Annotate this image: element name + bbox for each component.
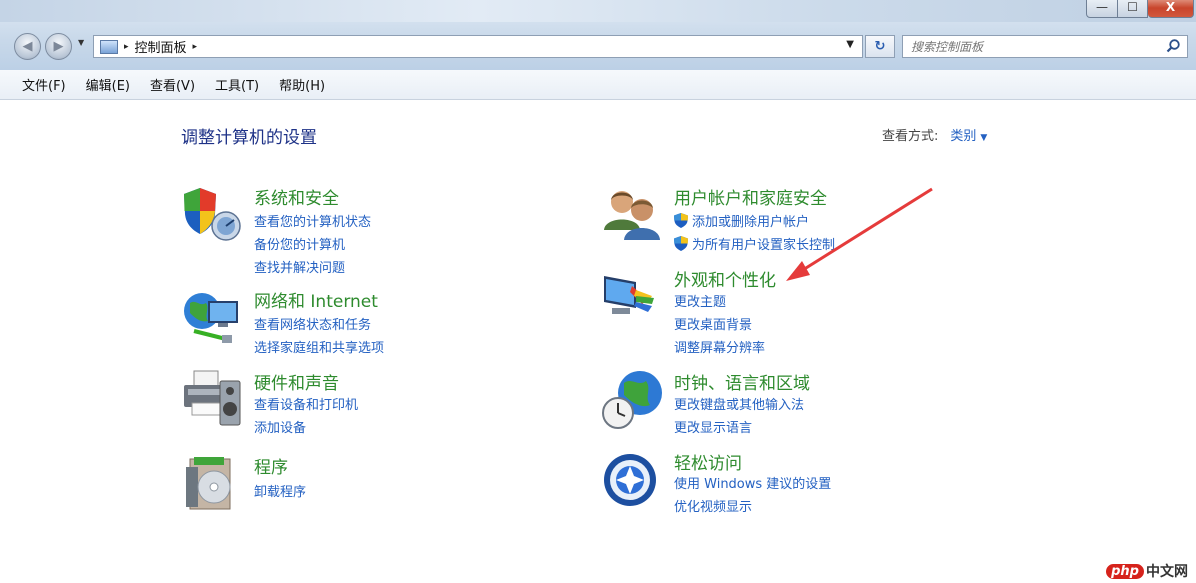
category-title[interactable]: 系统和安全 — [254, 184, 339, 209]
link-windows-recommended-settings[interactable]: 使用 Windows 建议的设置 — [674, 473, 831, 492]
menu-bar: 文件(F) 编辑(E) 查看(V) 工具(T) 帮助(H) — [0, 70, 1196, 100]
minimize-button[interactable]: — — [1086, 0, 1118, 18]
menu-help[interactable]: 帮助(H) — [269, 75, 335, 94]
back-button[interactable]: ◀ — [14, 33, 41, 60]
ease-of-access-icon[interactable] — [602, 449, 664, 511]
uac-shield-icon — [674, 213, 688, 228]
category-title[interactable]: 外观和个性化 — [674, 266, 776, 291]
link-homegroup-sharing[interactable]: 选择家庭组和共享选项 — [254, 337, 384, 356]
appearance-monitor-icon[interactable] — [602, 266, 664, 328]
category-title[interactable]: 轻松访问 — [674, 449, 742, 474]
menu-view[interactable]: 查看(V) — [140, 75, 205, 94]
close-button[interactable]: X — [1148, 0, 1194, 18]
users-icon[interactable] — [602, 184, 664, 246]
link-backup-computer[interactable]: 备份您的计算机 — [254, 234, 345, 253]
link-add-device[interactable]: 添加设备 — [254, 417, 306, 436]
arrow-left-icon: ◀ — [22, 39, 33, 54]
menu-edit[interactable]: 编辑(E) — [76, 75, 140, 94]
link-adjust-resolution[interactable]: 调整屏幕分辨率 — [674, 337, 765, 356]
programs-disc-icon[interactable] — [182, 453, 244, 515]
recent-pages-dropdown[interactable]: ▼ — [78, 38, 84, 47]
security-shield-icon[interactable] — [182, 184, 244, 246]
search-box[interactable] — [902, 35, 1188, 58]
search-input[interactable] — [911, 38, 1151, 55]
uac-shield-icon — [674, 236, 688, 251]
link-change-display-language[interactable]: 更改显示语言 — [674, 417, 752, 436]
window-chrome: — ☐ X ◀ ▶ ▼ ▸ 控制面板 ▸ ▼ ↻ — [0, 0, 1196, 70]
address-bar[interactable]: ▸ 控制面板 ▸ ▼ — [93, 35, 863, 58]
category-title[interactable]: 程序 — [254, 453, 288, 478]
page-title: 调整计算机的设置 — [181, 128, 317, 148]
maximize-button[interactable]: ☐ — [1118, 0, 1148, 18]
annotation-arrow-icon — [786, 187, 933, 281]
link-optimize-video-display[interactable]: 优化视频显示 — [674, 496, 752, 515]
watermark-text: 中文网 — [1146, 564, 1188, 580]
clock-globe-icon[interactable] — [602, 369, 664, 431]
link-change-input-methods[interactable]: 更改键盘或其他输入法 — [674, 394, 804, 413]
forward-button[interactable]: ▶ — [45, 33, 72, 60]
printer-speaker-icon[interactable] — [182, 369, 244, 431]
watermark: php 中文网 — [1106, 561, 1188, 581]
category-title[interactable]: 硬件和声音 — [254, 369, 339, 394]
link-check-computer-status[interactable]: 查看您的计算机状态 — [254, 211, 371, 230]
search-icon[interactable] — [1165, 38, 1181, 54]
chevron-down-icon[interactable]: ▼ — [846, 39, 854, 50]
view-by-dropdown[interactable]: 类别 — [950, 129, 976, 144]
link-uninstall-program[interactable]: 卸载程序 — [254, 481, 306, 500]
window-controls: — ☐ X — [1086, 0, 1194, 18]
watermark-badge: php — [1106, 563, 1144, 579]
title-bar — [0, 0, 1196, 22]
breadcrumb-control-panel[interactable]: 控制面板 — [135, 37, 187, 56]
refresh-icon: ↻ — [874, 39, 886, 54]
link-change-desktop-background[interactable]: 更改桌面背景 — [674, 314, 752, 333]
category-title[interactable]: 时钟、语言和区域 — [674, 369, 810, 394]
menu-tools[interactable]: 工具(T) — [205, 75, 269, 94]
network-globe-icon[interactable] — [182, 287, 244, 349]
control-panel-icon — [100, 39, 118, 54]
breadcrumb-separator[interactable]: ▸ — [124, 42, 129, 52]
arrow-right-icon: ▶ — [53, 39, 64, 54]
breadcrumb-separator[interactable]: ▸ — [193, 42, 198, 52]
content-area: 调整计算机的设置 查看方式: 类别 ▼ 系统和安全 查看您的计算机状态 备份您的计算… — [0, 100, 1196, 583]
link-change-theme[interactable]: 更改主题 — [674, 291, 726, 310]
link-troubleshoot[interactable]: 查找并解决问题 — [254, 257, 345, 276]
view-by-label: 查看方式: — [882, 129, 939, 144]
category-title[interactable]: 网络和 Internet — [254, 287, 378, 312]
link-network-status[interactable]: 查看网络状态和任务 — [254, 314, 371, 333]
link-devices-printers[interactable]: 查看设备和打印机 — [254, 394, 358, 413]
view-by: 查看方式: 类别 ▼ — [882, 125, 987, 144]
menu-file[interactable]: 文件(F) — [12, 75, 76, 94]
chevron-down-icon[interactable]: ▼ — [980, 133, 987, 143]
refresh-button[interactable]: ↻ — [865, 35, 895, 58]
